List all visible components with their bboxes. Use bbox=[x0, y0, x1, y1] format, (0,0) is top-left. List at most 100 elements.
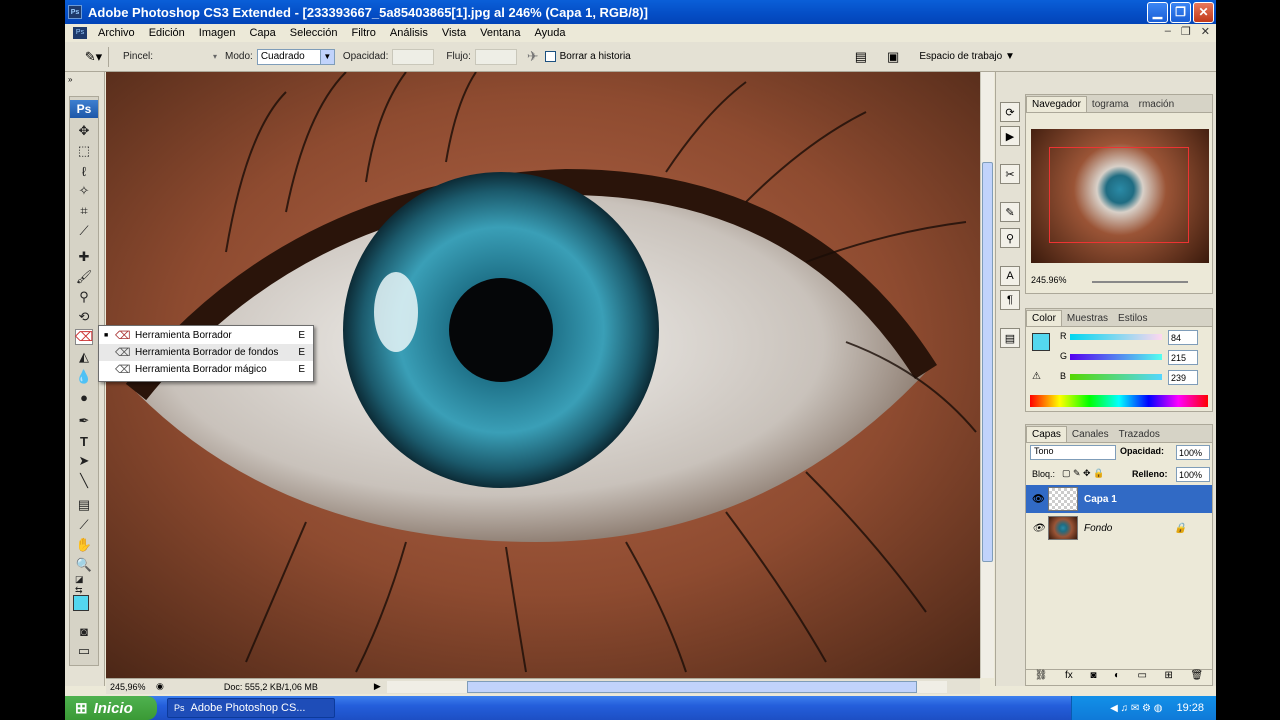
type-tool-icon[interactable]: T bbox=[75, 433, 93, 449]
scroll-thumb[interactable] bbox=[982, 162, 993, 562]
tab-color[interactable]: Color bbox=[1026, 310, 1062, 326]
tab-estilos[interactable]: Estilos bbox=[1113, 311, 1152, 326]
line-tool-icon[interactable]: ╲ bbox=[75, 473, 93, 489]
eye-icon[interactable]: 👁 bbox=[1032, 523, 1045, 534]
notes-tool-icon[interactable]: ▤ bbox=[75, 497, 93, 513]
crop-tool-icon[interactable]: ⌗ bbox=[75, 203, 93, 219]
menu-archivo[interactable]: Archivo bbox=[91, 27, 142, 39]
add-mask-icon[interactable]: ◙ bbox=[1090, 670, 1096, 685]
flow-field[interactable] bbox=[474, 48, 517, 65]
mode-select[interactable]: Cuadrado ▼ bbox=[256, 48, 335, 65]
navigator-preview[interactable] bbox=[1031, 129, 1209, 263]
clone-stamp-icon[interactable]: ⚲ bbox=[75, 289, 93, 305]
close-button[interactable]: ✕ bbox=[1193, 1, 1214, 23]
history-panel-icon[interactable]: ⟳ bbox=[1000, 102, 1020, 122]
color-swatch[interactable] bbox=[1032, 333, 1050, 351]
zoom-tool-icon[interactable]: 🔍 bbox=[75, 557, 93, 573]
fx-icon[interactable]: fx bbox=[1065, 670, 1073, 685]
bridge-icon[interactable]: ▣ bbox=[887, 49, 899, 65]
move-tool-icon[interactable]: ✥ bbox=[75, 123, 93, 139]
marquee-tool-icon[interactable]: ⬚ bbox=[75, 143, 93, 159]
ps-logo[interactable]: Ps bbox=[70, 100, 98, 118]
color-ramp[interactable] bbox=[1030, 395, 1208, 407]
layer-fill[interactable]: 100% bbox=[1176, 467, 1210, 482]
minimize-button[interactable]: ▁ bbox=[1147, 1, 1168, 23]
quick-mask-icon[interactable]: ◙ bbox=[75, 623, 93, 639]
slice-tool-icon[interactable]: ⟋ bbox=[75, 223, 93, 239]
clone-source-icon[interactable]: ⚲ bbox=[1000, 228, 1020, 248]
new-group-icon[interactable]: ▭ bbox=[1138, 670, 1147, 685]
eye-icon[interactable]: 👁 bbox=[1032, 494, 1045, 505]
menu-ventana[interactable]: Ventana bbox=[473, 27, 527, 39]
g-slider[interactable] bbox=[1070, 354, 1162, 360]
layer-comps-icon[interactable]: ▤ bbox=[1000, 328, 1020, 348]
brush-picker[interactable]: ▾ bbox=[157, 49, 217, 65]
vertical-scrollbar[interactable] bbox=[980, 72, 994, 678]
view-box[interactable] bbox=[1049, 147, 1189, 243]
doc-minimize-icon[interactable]: – bbox=[1165, 25, 1171, 38]
tab-trazados[interactable]: Trazados bbox=[1114, 427, 1165, 442]
menu-edicion[interactable]: Edición bbox=[142, 27, 192, 39]
tool-presets-icon[interactable]: ✂ bbox=[1000, 164, 1020, 184]
menu-vista[interactable]: Vista bbox=[435, 27, 473, 39]
workspace-menu[interactable]: Espacio de trabajo ▼ bbox=[919, 51, 1015, 62]
foreground-color-swatch[interactable] bbox=[73, 595, 89, 611]
navigator-zoom-slider[interactable] bbox=[1092, 281, 1188, 283]
adjustment-icon[interactable]: ◐ bbox=[1114, 670, 1120, 685]
eraser-tool-icon[interactable]: ⌫ bbox=[75, 329, 93, 345]
character-panel-icon[interactable]: A bbox=[1000, 266, 1020, 286]
palette-well-icon[interactable]: ▤ bbox=[855, 49, 867, 65]
layer-row-capa1[interactable]: 👁 Capa 1 bbox=[1026, 485, 1212, 513]
brush-tool-icon[interactable]: 🖌 bbox=[75, 269, 93, 285]
title-bar[interactable]: Ps Adobe Photoshop CS3 Extended - [23339… bbox=[65, 0, 1216, 24]
dodge-tool-icon[interactable]: ● bbox=[75, 389, 93, 405]
menu-filtro[interactable]: Filtro bbox=[344, 27, 382, 39]
brushes-panel-icon[interactable]: ✎ bbox=[1000, 202, 1020, 222]
lock-icons[interactable]: ▢ ✎ ✥ 🔒 bbox=[1062, 468, 1104, 479]
menu-ayuda[interactable]: Ayuda bbox=[527, 27, 572, 39]
b-value[interactable]: 239 bbox=[1168, 370, 1198, 385]
tab-canales[interactable]: Canales bbox=[1067, 427, 1114, 442]
default-colors-icon[interactable]: ◪ ⇆ bbox=[75, 574, 93, 595]
taskbar-item-photoshop[interactable]: Ps Adobe Photoshop CS... bbox=[167, 698, 335, 718]
doc-icon[interactable]: Ps bbox=[73, 26, 87, 39]
eyedropper-icon[interactable]: ⟋ bbox=[75, 517, 93, 533]
collapse-icon[interactable]: » bbox=[68, 75, 72, 84]
quick-select-tool-icon[interactable]: ✧ bbox=[75, 183, 93, 199]
menu-item-background-eraser[interactable]: ⌫ Herramienta Borrador de fondos E bbox=[99, 344, 313, 361]
menu-capa[interactable]: Capa bbox=[242, 27, 282, 39]
menu-imagen[interactable]: Imagen bbox=[192, 27, 243, 39]
lasso-tool-icon[interactable]: ℓ bbox=[75, 163, 93, 179]
hand-tool-icon[interactable]: ✋ bbox=[75, 537, 93, 553]
airbrush-icon[interactable]: ✈ bbox=[527, 48, 539, 65]
erase-history-checkbox[interactable] bbox=[544, 51, 556, 62]
zoom-status[interactable]: 245,96% bbox=[110, 682, 150, 692]
navigator-zoom[interactable]: 245.96% bbox=[1031, 275, 1067, 285]
new-layer-icon[interactable]: ⊞ bbox=[1165, 670, 1173, 685]
pen-tool-icon[interactable]: ✒ bbox=[75, 413, 93, 429]
path-select-icon[interactable]: ➤ bbox=[75, 453, 93, 469]
status-arrow-icon[interactable]: ▶ bbox=[374, 681, 381, 692]
doc-restore-icon[interactable]: ❐ bbox=[1181, 25, 1191, 38]
blur-tool-icon[interactable]: 💧 bbox=[75, 369, 93, 385]
menu-item-eraser[interactable]: ■ ⌫ Herramienta Borrador E bbox=[99, 327, 313, 344]
start-button[interactable]: ⊞ Inicio bbox=[65, 696, 157, 720]
tab-muestras[interactable]: Muestras bbox=[1062, 311, 1113, 326]
layer-opacity[interactable]: 100% bbox=[1176, 445, 1210, 460]
status-menu-icon[interactable]: ◉ bbox=[156, 681, 164, 692]
r-value[interactable]: 84 bbox=[1168, 330, 1198, 345]
b-slider[interactable] bbox=[1070, 374, 1162, 380]
tab-informacion[interactable]: rmación bbox=[1134, 97, 1180, 112]
clock[interactable]: 19:28 bbox=[1176, 702, 1204, 714]
paint-bucket-icon[interactable]: ◭ bbox=[75, 349, 93, 365]
paragraph-panel-icon[interactable]: ¶ bbox=[1000, 290, 1020, 310]
history-brush-icon[interactable]: ⟲ bbox=[75, 309, 93, 325]
tab-histograma[interactable]: tograma bbox=[1087, 97, 1134, 112]
link-layers-icon[interactable]: ⛓ bbox=[1035, 670, 1048, 685]
menu-item-magic-eraser[interactable]: ⌫ Herramienta Borrador mágico E bbox=[99, 361, 313, 378]
healing-brush-icon[interactable]: ✚ bbox=[75, 249, 93, 265]
warning-icon[interactable]: ⚠ bbox=[1032, 371, 1041, 382]
tab-capas[interactable]: Capas bbox=[1026, 426, 1067, 442]
h-scroll-thumb[interactable] bbox=[466, 680, 917, 693]
g-value[interactable]: 215 bbox=[1168, 350, 1198, 365]
